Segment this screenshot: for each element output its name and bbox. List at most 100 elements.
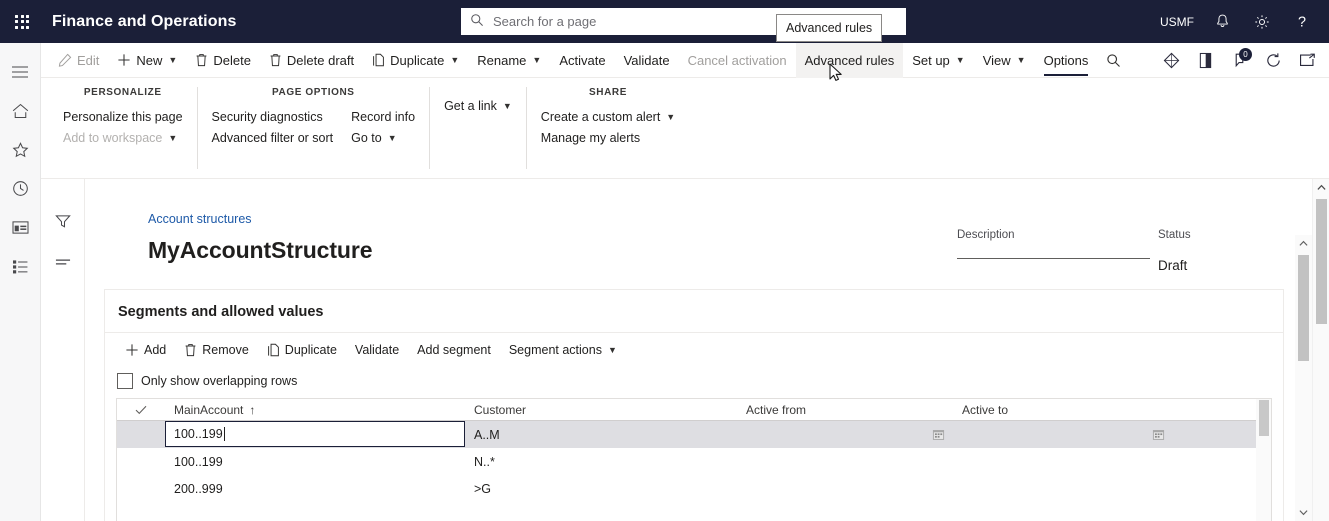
scroll-down-arrow-icon[interactable]: [1295, 504, 1312, 521]
column-header-active-from[interactable]: Active from: [737, 403, 953, 417]
app-launcher-icon[interactable]: [0, 0, 44, 43]
table-row[interactable]: 100..199 N..*: [117, 448, 1271, 475]
row-select-cell[interactable]: [117, 475, 165, 502]
column-header-customer[interactable]: Customer: [465, 403, 737, 417]
column-header-mainaccount[interactable]: MainAccount ↑: [165, 403, 465, 417]
options-group-page-options: PAGE OPTIONS Security diagnostics Advanced…: [198, 87, 431, 169]
bell-icon[interactable]: [1203, 0, 1241, 43]
option-record-info[interactable]: Record info: [351, 110, 415, 124]
show-list-icon[interactable]: [50, 250, 76, 274]
refresh-icon[interactable]: [1261, 43, 1285, 78]
grid-action-remove[interactable]: Remove: [175, 343, 258, 357]
command-view[interactable]: View ▼: [974, 43, 1035, 78]
command-duplicate[interactable]: Duplicate ▼: [363, 43, 468, 78]
row-select-cell[interactable]: [117, 448, 165, 475]
command-set-up[interactable]: Set up ▼: [903, 43, 974, 78]
options-group-heading: PAGE OPTIONS: [272, 87, 355, 98]
grid-scrollbar-thumb[interactable]: [1259, 400, 1269, 436]
active-from-cell[interactable]: [737, 421, 953, 448]
open-in-new-window-icon[interactable]: [1295, 43, 1319, 78]
grid-action-duplicate[interactable]: Duplicate: [258, 343, 346, 357]
option-label: Personalize this page: [63, 110, 183, 124]
option-go-to[interactable]: Go to ▼: [351, 131, 415, 145]
command-label: Edit: [77, 52, 100, 68]
active-to-cell[interactable]: [953, 421, 1173, 448]
gear-icon[interactable]: [1243, 0, 1281, 43]
diamond-icon[interactable]: [1159, 43, 1183, 78]
page-scrollbar-thumb[interactable]: [1316, 199, 1327, 324]
table-row[interactable]: 200..999 >G: [117, 475, 1271, 502]
workspaces-icon[interactable]: [0, 208, 41, 247]
customer-cell[interactable]: >G: [465, 475, 737, 502]
hamburger-menu-icon[interactable]: [0, 52, 41, 91]
attachment-panel-icon[interactable]: [1193, 43, 1217, 78]
active-from-cell[interactable]: [737, 448, 953, 475]
section-scrollbar-thumb[interactable]: [1298, 255, 1309, 361]
active-from-cell[interactable]: [737, 475, 953, 502]
command-new[interactable]: New ▼: [108, 43, 186, 78]
customer-cell[interactable]: N..*: [465, 448, 737, 475]
options-column: Security diagnostics Advanced filter or s…: [212, 110, 334, 145]
mainaccount-cell[interactable]: 100..199: [165, 448, 465, 475]
command-rename[interactable]: Rename ▼: [468, 43, 550, 78]
command-edit: Edit: [49, 43, 108, 78]
filter-icon[interactable]: [50, 209, 76, 233]
messages-icon[interactable]: 0: [1227, 43, 1252, 78]
options-flyout-panel: PERSONALIZE Personalize this page Add to w…: [41, 78, 1329, 179]
grid-vertical-scrollbar[interactable]: [1256, 399, 1271, 521]
grid-action-validate[interactable]: Validate: [346, 343, 408, 357]
option-create-a-custom-alert[interactable]: Create a custom alert ▼: [541, 110, 675, 124]
search-input[interactable]: Search for a page: [461, 8, 768, 35]
chevron-down-icon: ▼: [450, 55, 460, 65]
question-mark-icon[interactable]: ?: [1283, 0, 1321, 43]
option-label: Advanced filter or sort: [211, 131, 334, 145]
active-to-cell[interactable]: [953, 475, 1173, 502]
home-icon[interactable]: [0, 91, 41, 130]
command-cancel-activation: Cancel activation: [679, 43, 796, 78]
column-header-mainaccount-label: MainAccount: [174, 402, 244, 417]
grid-action-segment-actions[interactable]: Segment actions ▼: [500, 343, 626, 357]
calendar-icon[interactable]: [1152, 428, 1165, 441]
scroll-up-arrow-icon[interactable]: [1295, 235, 1312, 252]
option-manage-my-alerts[interactable]: Manage my alerts: [541, 131, 675, 145]
mainaccount-cell[interactable]: 200..999: [165, 475, 465, 502]
option-label: Record info: [351, 110, 416, 124]
column-header-active-to[interactable]: Active to: [953, 403, 1173, 417]
option-personalize-this-page[interactable]: Personalize this page: [63, 110, 183, 124]
messages-badge: 0: [1239, 48, 1252, 61]
breadcrumb[interactable]: Account structures: [148, 212, 252, 226]
page-scroll-up-arrow-icon[interactable]: [1313, 179, 1329, 196]
option-advanced-filter-or-sort[interactable]: Advanced filter or sort: [212, 131, 334, 145]
grid-action-add[interactable]: Add: [116, 343, 175, 357]
command-delete-draft[interactable]: Delete draft: [260, 43, 363, 78]
command-bar-search-icon[interactable]: [1097, 43, 1130, 78]
command-options[interactable]: Options: [1035, 43, 1098, 78]
trash-icon: [269, 53, 282, 67]
modules-icon[interactable]: [0, 247, 41, 286]
copy-icon: [372, 53, 385, 67]
select-all-checkmark-icon[interactable]: [117, 405, 165, 415]
calendar-icon[interactable]: [932, 428, 945, 441]
clock-icon[interactable]: [0, 169, 41, 208]
page-vertical-scrollbar[interactable]: [1312, 179, 1329, 521]
section-vertical-scrollbar[interactable]: [1295, 235, 1312, 521]
trash-icon: [195, 53, 208, 67]
only-show-overlapping-rows-checkbox[interactable]: [117, 373, 133, 389]
option-get-a-link[interactable]: Get a link ▼: [444, 99, 512, 113]
command-advanced-rules[interactable]: Advanced rules: [795, 42, 904, 78]
customer-cell[interactable]: A..M: [465, 421, 737, 448]
active-to-cell[interactable]: [953, 448, 1173, 475]
row-select-cell[interactable]: [117, 421, 165, 448]
command-validate[interactable]: Validate: [615, 43, 679, 78]
star-icon[interactable]: [0, 130, 41, 169]
description-input[interactable]: [957, 258, 1150, 259]
option-security-diagnostics[interactable]: Security diagnostics: [212, 110, 334, 124]
command-delete[interactable]: Delete: [186, 43, 260, 78]
command-activate[interactable]: Activate: [550, 43, 614, 78]
grid-action-add-segment[interactable]: Add segment: [408, 343, 500, 357]
command-label: Rename: [477, 52, 527, 68]
mainaccount-edit-input[interactable]: 100..199: [165, 421, 465, 447]
command-label: View: [982, 52, 1011, 68]
chevron-down-icon: ▼: [387, 133, 397, 143]
company-selector[interactable]: USMF: [1153, 0, 1201, 43]
